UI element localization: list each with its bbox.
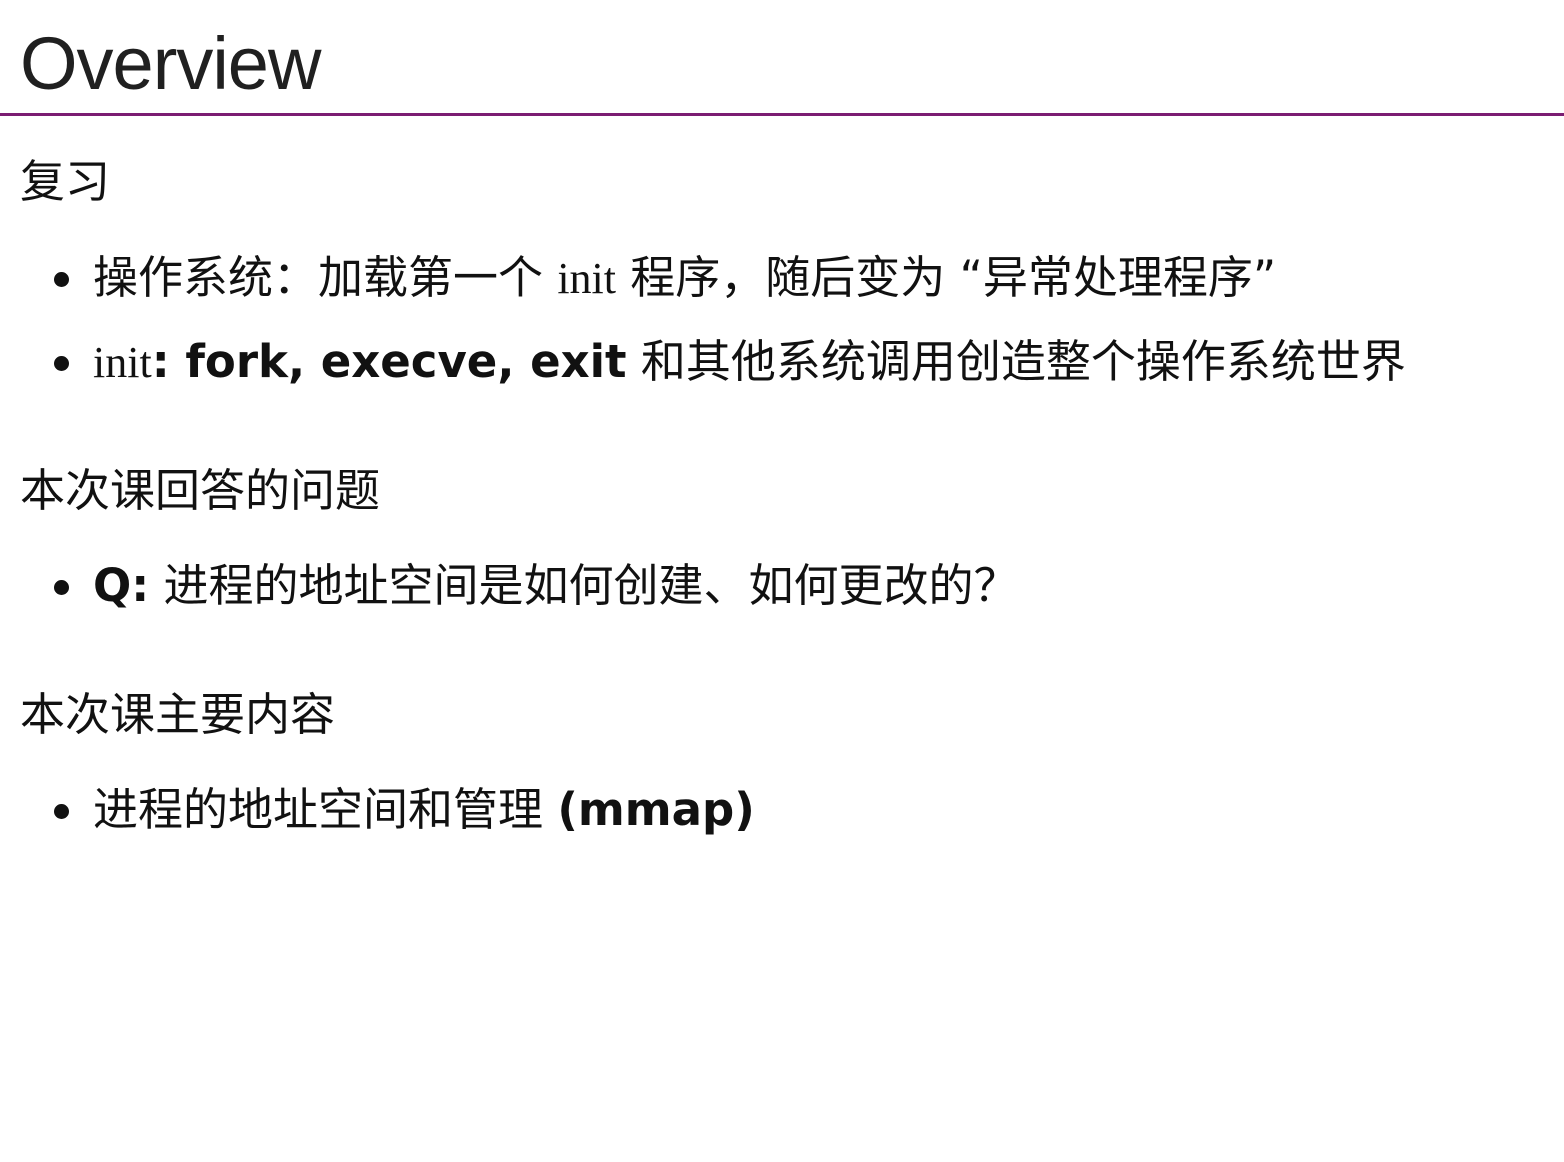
bullet-icon [54, 356, 69, 371]
question-label: Q: [93, 559, 150, 612]
code-term: init [557, 254, 616, 303]
bullet-text: 进程的地址空间和管理 (mmap) [93, 782, 755, 838]
bullet-text: init: fork, execve, exit 和其他系统调用创造整个操作系统… [93, 334, 1406, 391]
bullet-text: Q: 进程的地址空间是如何创建、如何更改的？ [93, 558, 1019, 614]
code-term: init [93, 338, 152, 387]
mmap-term: (mmap) [557, 783, 755, 836]
bullet-icon [54, 580, 69, 595]
title-divider [0, 113, 1564, 116]
bullet-icon [54, 272, 69, 287]
text-segment: 和其他系统调用创造整个操作系统世界 [626, 335, 1406, 388]
text-segment: 程序，随后变为 “异常处理程序” [616, 251, 1277, 304]
bullet-text: 操作系统：加载第一个 init 程序，随后变为 “异常处理程序” [93, 250, 1276, 307]
section-heading-questions: 本次课回答的问题 [20, 464, 381, 517]
text-segment: 进程的地址空间是如何创建、如何更改的？ [149, 559, 1019, 612]
text-segment: 进程的地址空间和管理 [93, 783, 558, 836]
slide: Overview 复习 操作系统：加载第一个 init 程序，随后变为 “异常处… [0, 0, 1564, 1162]
slide-title: Overview [20, 22, 321, 105]
syscall-list: : fork, execve, exit [151, 335, 627, 388]
text-segment: 操作系统：加载第一个 [93, 251, 558, 304]
section-heading-content: 本次课主要内容 [20, 688, 336, 741]
bullet-icon [54, 804, 69, 819]
section-heading-review: 复习 [20, 155, 111, 208]
